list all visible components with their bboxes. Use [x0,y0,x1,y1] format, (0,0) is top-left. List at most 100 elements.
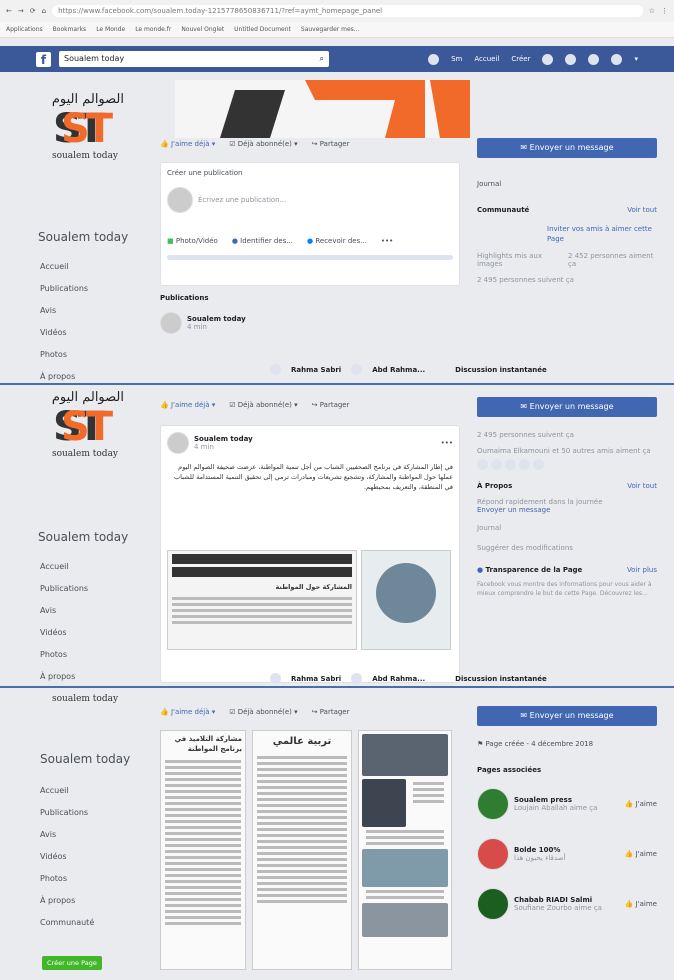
bookmark-item[interactable]: Nouvel Onglet [181,26,224,33]
newspaper-spread[interactable]: مشاركة التلاميذ في برنامج المواطنة تربية… [160,730,460,970]
post-author[interactable]: Soualem today [187,315,246,323]
help-icon[interactable] [611,53,623,65]
bookmark-item[interactable]: Le monde.fr [135,26,171,33]
see-more-link[interactable]: Voir plus [627,566,657,574]
more-icon[interactable]: ••• [441,439,453,447]
journal-link[interactable]: Journal [477,524,657,532]
like-button[interactable]: 👍 J'aime déjà ▾ [160,401,215,409]
chat-title[interactable]: Discussion instantanée [455,675,547,683]
like-page-button[interactable]: 👍 J'aime [625,800,657,808]
back-icon[interactable]: ← [6,7,12,15]
like-page-button[interactable]: 👍 J'aime [625,900,657,908]
nav-item-reviews[interactable]: Avis [40,306,88,315]
receive-button[interactable]: ● Recevoir des... [307,237,367,245]
follow-button[interactable]: ☑ Déjà abonné(e) ▾ [229,708,297,716]
nav-item-about[interactable]: À propos [40,896,94,905]
see-all-link[interactable]: Voir tout [627,482,657,490]
nav-item-publications[interactable]: Publications [40,808,94,817]
like-button[interactable]: 👍 J'aime déjà ▾ [160,140,215,148]
nav-item-about[interactable]: À propos [40,672,88,681]
notifications-icon[interactable] [588,53,600,65]
page-avatar[interactable] [477,888,509,920]
nav-create[interactable]: Créer [511,55,530,63]
create-page-button[interactable]: Créer une Page [42,956,102,970]
tag-button[interactable]: ● Identifier des... [232,237,293,245]
page-avatar[interactable] [160,312,182,334]
home-icon[interactable]: ⌂ [42,7,46,15]
nav-item-publications[interactable]: Publications [40,584,88,593]
messenger-icon[interactable] [565,53,577,65]
post-image[interactable]: المشاركة حول المواطنة [167,550,453,650]
avatar[interactable] [351,673,363,684]
address-bar[interactable]: https://www.facebook.com/soualem.today-1… [52,5,643,17]
send-message-link[interactable]: Envoyer un message [477,506,657,514]
page-logo[interactable]: الصوالم اليوم ST soualem today [40,92,130,187]
send-message-button[interactable]: ✉ Envoyer un message [477,706,657,726]
post-time[interactable]: 4 min [194,443,253,451]
page-avatar[interactable] [477,838,509,870]
nav-item-home[interactable]: Accueil [40,262,88,271]
menu-icon[interactable]: ⋮ [661,7,668,15]
page-avatar[interactable] [167,432,189,454]
related-page-name[interactable]: Soualem press [514,796,597,804]
avatar[interactable] [519,459,530,470]
send-message-button[interactable]: ✉ Envoyer un message [477,397,657,417]
nav-item-videos[interactable]: Vidéos [40,328,88,337]
avatar[interactable] [428,53,440,65]
avatar[interactable] [477,459,488,470]
more-icon[interactable]: ••• [381,237,393,245]
chat-title[interactable]: Discussion instantanée [455,366,547,374]
suggest-edits-link[interactable]: Suggérer des modifications [477,544,657,552]
related-page-item[interactable]: Bolde 100% أصدقاء يحبون هذا 👍 J'aime [477,838,657,870]
nav-item-reviews[interactable]: Avis [40,606,88,615]
friends-icon[interactable] [542,53,554,65]
chat-contact[interactable]: Abd Rahma... [372,366,425,374]
page-title[interactable]: Soualem today [40,752,130,766]
nav-item-home[interactable]: Accueil [40,562,88,571]
nav-item-photos[interactable]: Photos [40,350,88,359]
related-page-item[interactable]: Soualem press Loujain Aballah aime ça 👍 … [477,788,657,820]
chat-contact[interactable]: Abd Rahma... [372,675,425,683]
bookmark-item[interactable]: Untitled Document [234,26,291,33]
star-icon[interactable]: ☆ [649,7,655,15]
journal-link[interactable]: Journal [477,180,657,188]
avatar[interactable] [270,364,281,375]
composer-input[interactable]: Écrivez une publication... [198,196,286,204]
related-page-name[interactable]: Chabab RIADI Salmi [514,896,602,904]
avatar[interactable] [533,459,544,470]
like-page-button[interactable]: 👍 J'aime [625,850,657,858]
bookmark-item[interactable]: Applications [6,26,43,33]
nav-item-home[interactable]: Accueil [40,786,94,795]
bookmark-item[interactable]: Le Monde [96,26,125,33]
nav-item-publications[interactable]: Publications [40,284,88,293]
nav-item-about[interactable]: À propos [40,372,88,381]
page-logo[interactable]: الصوالم اليوم ST soualem today [40,390,130,485]
related-page-name[interactable]: Bolde 100% [514,846,565,854]
nav-item-videos[interactable]: Vidéos [40,628,88,637]
chat-contact[interactable]: Rahma Sabri [291,675,341,683]
invite-friends-link[interactable]: Inviter vos amis à aimer cette Page [477,224,657,244]
send-message-button[interactable]: ✉ Envoyer un message [477,138,657,158]
nav-item-community[interactable]: Communauté [40,918,94,927]
search-icon[interactable]: ⌕ [320,51,324,67]
photo-video-button[interactable]: ■ Photo/Vidéo [167,237,218,245]
page-avatar[interactable] [477,788,509,820]
page-title[interactable]: Soualem today [38,530,128,544]
share-button[interactable]: ↪ Partager [312,140,350,148]
chevron-down-icon[interactable]: ▾ [634,55,638,63]
nav-home[interactable]: Accueil [474,55,499,63]
bookmark-item[interactable]: Sauvegarder mes... [301,26,360,33]
follow-button[interactable]: ☑ Déjà abonné(e) ▾ [229,140,297,148]
see-all-link[interactable]: Voir tout [627,206,657,214]
search-input[interactable]: Soualem today ⌕ [59,51,329,67]
bookmark-item[interactable]: Bookmarks [53,26,87,33]
nav-item-photos[interactable]: Photos [40,874,94,883]
post-author[interactable]: Soualem today [194,435,253,443]
forward-icon[interactable]: → [18,7,24,15]
follow-button[interactable]: ☑ Déjà abonné(e) ▾ [229,401,297,409]
share-button[interactable]: ↪ Partager [312,401,350,409]
avatar[interactable] [351,364,363,375]
avatar[interactable] [491,459,502,470]
avatar[interactable] [505,459,516,470]
nav-profile[interactable]: Sm [451,55,462,63]
